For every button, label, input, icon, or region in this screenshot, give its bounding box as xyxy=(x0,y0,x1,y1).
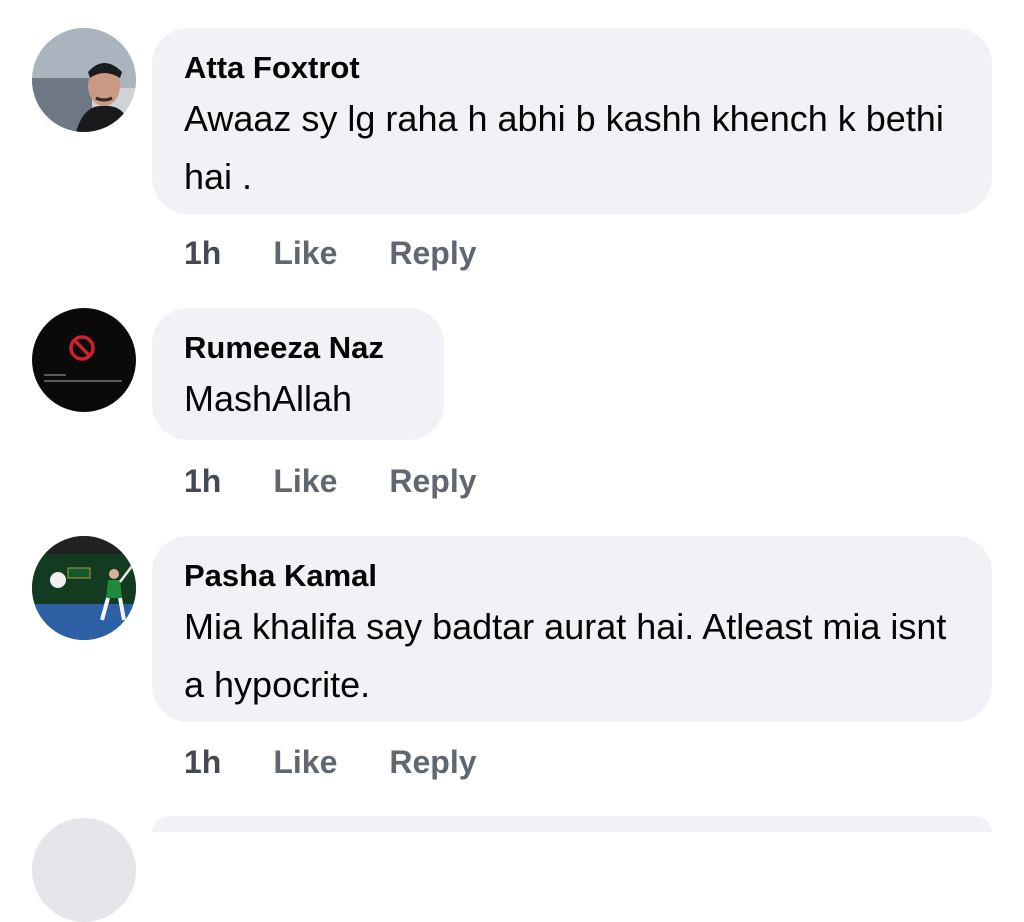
comment-actions: 1h Like Reply xyxy=(184,461,477,501)
comment-bubble: Atta Foxtrot Awaaz sy lg raha h abhi b k… xyxy=(152,28,992,214)
comment-text: Mia khalifa say badtar aurat hai. Atleas… xyxy=(184,606,947,705)
like-button[interactable]: Like xyxy=(273,233,337,273)
comment-actions: 1h Like Reply xyxy=(184,742,477,782)
comment-author[interactable]: Atta Foxtrot xyxy=(184,48,960,88)
avatar-photo-icon xyxy=(32,28,136,132)
comment-timestamp[interactable]: 1h xyxy=(184,742,221,782)
reply-button[interactable]: Reply xyxy=(389,461,476,501)
avatar-tennis-photo-icon xyxy=(32,536,136,640)
comment-actions: 1h Like Reply xyxy=(184,233,477,273)
comment-timestamp[interactable]: 1h xyxy=(184,461,221,501)
comment-timestamp[interactable]: 1h xyxy=(184,233,221,273)
comment-text: Awaaz sy lg raha h abhi b kashh khench k… xyxy=(184,98,944,197)
like-button[interactable]: Like xyxy=(273,461,337,501)
reply-button[interactable]: Reply xyxy=(389,233,476,273)
avatar[interactable] xyxy=(32,536,136,640)
avatar-prohibited-icon xyxy=(32,308,136,412)
avatar[interactable] xyxy=(32,308,136,412)
comment-bubble xyxy=(152,816,992,832)
comment-author[interactable]: Pasha Kamal xyxy=(184,556,960,596)
comment-bubble: Pasha Kamal Mia khalifa say badtar aurat… xyxy=(152,536,992,722)
like-button[interactable]: Like xyxy=(273,742,337,782)
reply-button[interactable]: Reply xyxy=(389,742,476,782)
avatar[interactable] xyxy=(32,28,136,132)
comment-text: MashAllah xyxy=(184,378,353,419)
comment-author[interactable]: Rumeeza Naz xyxy=(184,328,412,368)
comment-bubble: Rumeeza Naz MashAllah xyxy=(152,308,444,440)
avatar[interactable] xyxy=(32,818,136,922)
